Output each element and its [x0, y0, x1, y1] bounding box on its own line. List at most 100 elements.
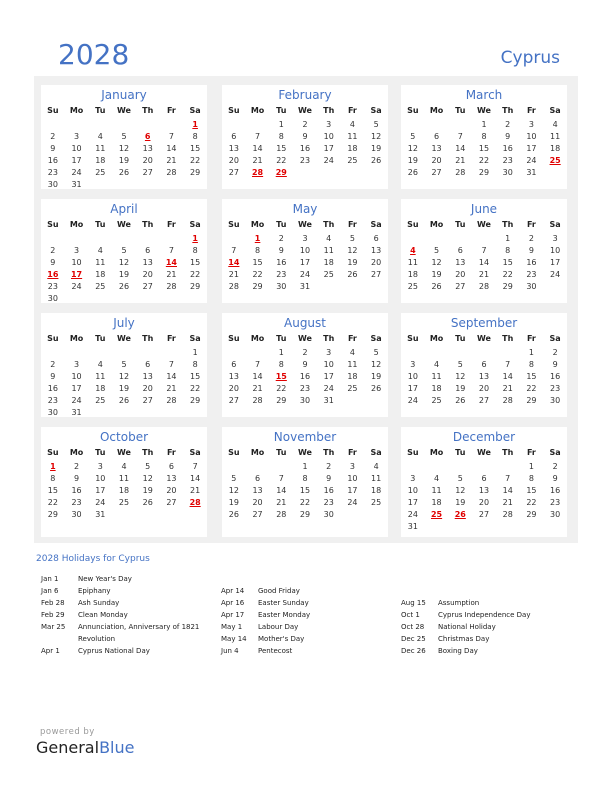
empty-cell [65, 120, 89, 132]
day: 19 [455, 498, 466, 507]
day: 17 [347, 486, 358, 495]
day: 15 [526, 486, 537, 495]
day: 12 [118, 372, 130, 381]
day: 23 [526, 270, 537, 279]
weekday-label: We [117, 448, 131, 457]
day: 14 [252, 372, 263, 381]
weekday-label: Fr [347, 334, 357, 343]
empty-cell [472, 234, 496, 246]
day: 5 [145, 462, 151, 471]
weekday-label: Th [502, 448, 514, 457]
weekday-header: Su Mo Tu We Th Fr Sa [222, 106, 388, 115]
day: 29 [190, 282, 201, 291]
day: 21 [228, 270, 239, 279]
day: 7 [505, 474, 511, 483]
day: 10 [407, 486, 418, 495]
day: 16 [323, 486, 334, 495]
month-september: September Su Mo Tu We Th Fr Sa 1 2 3 4 5 6 7 8 9 10 11 12 13… [401, 313, 567, 417]
day: 24 [299, 270, 311, 279]
empty-cell [496, 462, 520, 474]
day: 9 [50, 372, 56, 381]
day: 11 [95, 258, 106, 267]
day: 16 [550, 372, 561, 381]
day: 7 [505, 360, 511, 369]
empty-cell [496, 348, 520, 360]
day: 24 [550, 270, 561, 279]
day: 11 [323, 246, 334, 255]
holiday-item: May 1 Labour Day [221, 621, 310, 633]
day: 26 [118, 396, 130, 405]
day: 1 [481, 120, 487, 129]
holiday-name: Boxing Day [438, 647, 478, 655]
weekday-label: Sa [189, 448, 201, 457]
day: 28 [502, 396, 513, 405]
day: 27 [166, 498, 177, 507]
weekday-label: Tu [95, 334, 106, 343]
day: 15 [190, 258, 201, 267]
day: 29 [252, 282, 263, 291]
day: 2 [278, 234, 284, 243]
weekday-label: Sa [189, 334, 201, 343]
day: 30 [502, 168, 513, 177]
holiday-name: Easter Sunday [258, 599, 309, 607]
day: 8 [50, 474, 56, 483]
day: 16 [276, 258, 287, 267]
month-february: February Su Mo Tu We Th Fr Sa 1 2 3 4 5 6 7 8 9 10 11 12 13 1… [222, 85, 388, 189]
holiday-name: New Year's Day [78, 575, 132, 583]
day: 31 [71, 180, 82, 189]
holiday-date: Apr 14 [221, 587, 245, 595]
holiday-day: 4 [410, 246, 416, 255]
day: 25 [431, 396, 442, 405]
day: 12 [118, 258, 130, 267]
day: 11 [407, 258, 418, 267]
day: 17 [299, 258, 311, 267]
day: 14 [166, 144, 177, 153]
brand-logo[interactable]: GeneralBlue [36, 738, 134, 757]
day: 12 [455, 486, 466, 495]
month-april: April Su Mo Tu We Th Fr Sa 1 2 3 4 5 6 7 8 9 10 11 12 13 14 15… [41, 199, 207, 303]
day: 15 [190, 144, 201, 153]
day: 11 [347, 360, 358, 369]
day: 5 [410, 132, 416, 141]
day: 3 [97, 462, 103, 471]
holiday-day: 28 [251, 168, 264, 177]
day: 26 [431, 282, 442, 291]
holiday-date: Jan 1 [41, 575, 59, 583]
day: 24 [407, 510, 418, 519]
day: 5 [434, 246, 440, 255]
day: 18 [431, 384, 442, 393]
day: 3 [349, 462, 355, 471]
day: 25 [371, 498, 382, 507]
day: 27 [431, 168, 442, 177]
holiday-column-1: Jan 1 New Year's Day Jan 6 Epiphany Feb 28 As… [41, 573, 199, 657]
weekday-header: Su Mo Tu We Th Fr Sa [222, 334, 388, 343]
weekday-label: We [477, 106, 491, 115]
empty-cell [160, 348, 184, 360]
day: 26 [455, 396, 466, 405]
day: 3 [326, 120, 332, 129]
day: 9 [74, 474, 80, 483]
holiday-date: Oct 1 [401, 611, 420, 619]
empty-cell [401, 348, 425, 360]
day: 29 [526, 510, 537, 519]
day-grid: 1 2 3 4 5 6 7 8 9 10 11 12 13 14 15 16 17 18 19 20 21 22 23 24 2… [401, 348, 567, 408]
weekday-label: Tu [276, 448, 287, 457]
day: 21 [276, 498, 287, 507]
day: 6 [434, 132, 440, 141]
day: 13 [166, 474, 177, 483]
weekday-label: Mo [250, 448, 265, 457]
year-title: 2028 [58, 38, 130, 71]
day: 13 [371, 246, 382, 255]
day: 16 [47, 156, 58, 165]
day: 18 [407, 270, 418, 279]
empty-cell [222, 462, 246, 474]
weekday-label: Tu [276, 334, 287, 343]
weekday-header: Su Mo Tu We Th Fr Sa [222, 220, 388, 229]
day-grid: 1 2 3 4 5 6 7 8 9 10 11 12 13 14 15 16 17 18 19 20 21 22 23 24 2… [41, 120, 207, 192]
day: 27 [371, 270, 382, 279]
day: 13 [142, 258, 153, 267]
weekday-label: Mo [429, 334, 444, 343]
weekday-label: Mo [429, 220, 444, 229]
day: 10 [526, 132, 537, 141]
holiday-day: 1 [254, 234, 261, 243]
